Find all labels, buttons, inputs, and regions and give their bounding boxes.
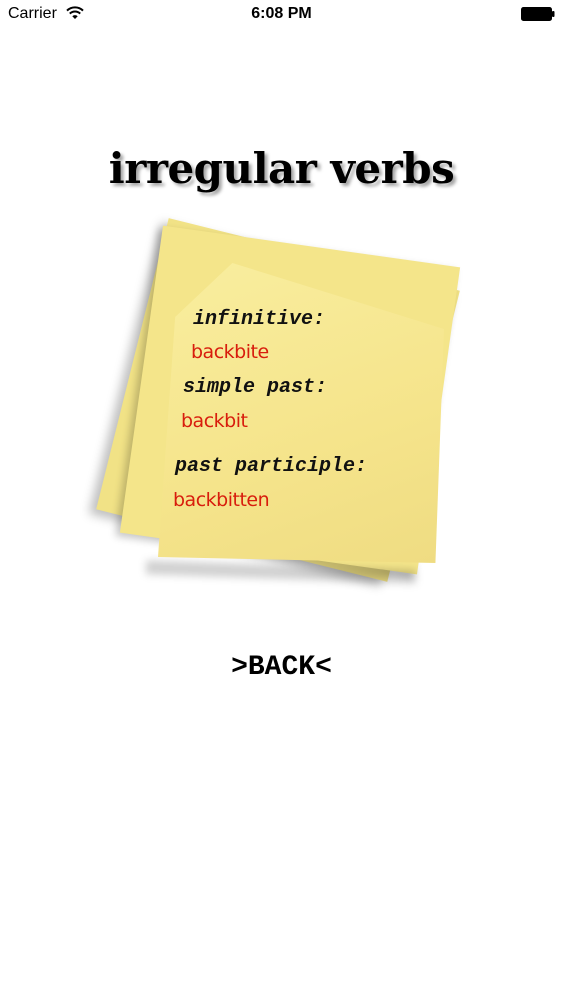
simple-past-value: backbit: [181, 410, 248, 432]
infinitive-value: backbite: [191, 341, 269, 363]
status-time: 6:08 PM: [251, 5, 312, 22]
back-button[interactable]: >BACK<: [0, 652, 563, 683]
past-participle-label: past participle:: [175, 455, 368, 478]
infinitive-label: infinitive:: [193, 308, 326, 331]
sticky-note: infinitive: backbite simple past: backbi…: [0, 195, 563, 625]
status-bar: Carrier 6:08 PM: [0, 0, 563, 30]
battery-icon: [521, 7, 555, 21]
past-participle-value: backbitten: [173, 489, 270, 511]
simple-past-label: simple past:: [183, 376, 328, 399]
page-title: irregular verbs: [108, 144, 455, 193]
